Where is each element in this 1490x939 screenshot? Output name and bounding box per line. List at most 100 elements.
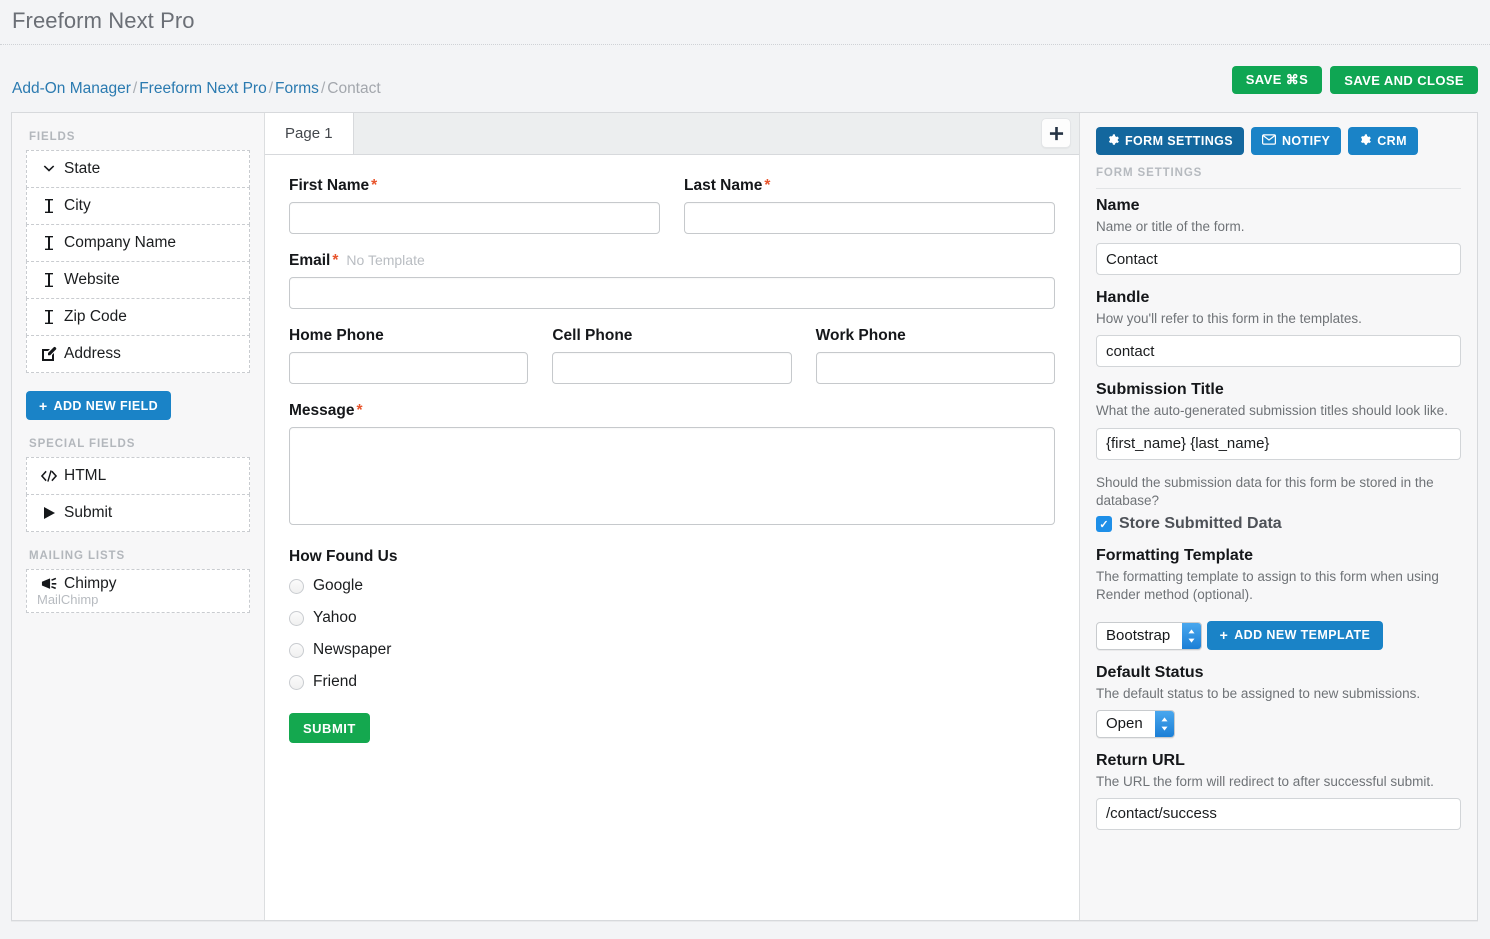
field-item-address[interactable]: Address [26, 335, 250, 373]
mailing-list-item-chimpy[interactable]: Chimpy MailChimp [26, 569, 250, 613]
field-home-phone: Home Phone [289, 327, 529, 384]
mailing-lists-heading: MAILING LISTS [29, 550, 126, 562]
store-data-description: Should the submission data for this form… [1096, 474, 1434, 508]
breadcrumb-item-addon-manager[interactable]: Add-On Manager [12, 80, 131, 97]
formatting-template-label: Formatting Template [1096, 547, 1254, 565]
cell-phone-label: Cell Phone [552, 327, 633, 344]
mailing-list-sublabel: MailChimp [37, 592, 99, 607]
text-cursor-icon [37, 309, 61, 325]
tab-label: FORM SETTINGS [1125, 134, 1233, 148]
radio-icon[interactable] [289, 642, 304, 658]
message-label-text: Message [289, 402, 355, 419]
return-url-label: Return URL [1096, 751, 1185, 769]
default-status-select[interactable]: Open [1096, 709, 1175, 738]
field-item-city[interactable]: City [26, 187, 250, 225]
last-name-label: Last Name * [684, 177, 1055, 195]
plus-icon: + [39, 397, 48, 414]
checkbox-icon[interactable]: ✓ [1096, 516, 1112, 533]
last-name-label-text: Last Name [684, 177, 763, 194]
email-template-note: No Template [346, 252, 425, 268]
form-name-input[interactable] [1096, 243, 1461, 276]
app-title: Freeform Next Pro [12, 8, 195, 33]
formatting-template-value: Bootstrap [1106, 627, 1171, 645]
gear-icon [1107, 133, 1119, 149]
first-name-input[interactable] [289, 202, 660, 234]
default-status-description: The default status to be assigned to new… [1096, 685, 1421, 701]
submission-title-input[interactable] [1096, 427, 1461, 460]
save-button[interactable]: SAVE ⌘S [1231, 66, 1323, 94]
radio-option-google[interactable]: Google [289, 577, 1055, 595]
field-item-zip-code[interactable]: Zip Code [26, 298, 250, 336]
radio-label: Friend [313, 673, 357, 690]
formatting-template-select[interactable]: Bootstrap [1096, 621, 1203, 650]
store-data-checkbox-row[interactable]: ✓ Store Submitted Data [1096, 515, 1461, 533]
home-phone-input[interactable] [289, 352, 529, 384]
add-new-template-button[interactable]: + ADD NEW TEMPLATE [1206, 620, 1384, 650]
radio-label: Google [313, 577, 363, 594]
breadcrumb-item-freeform-next-pro[interactable]: Freeform Next Pro [139, 80, 266, 97]
mailing-list-title-row: Chimpy [37, 575, 117, 593]
text-cursor-icon [37, 235, 61, 251]
phone-row: Home Phone Cell Phone Work Phone [289, 327, 1055, 384]
chevron-updown-icon [1154, 710, 1174, 737]
text-cursor-icon [37, 272, 61, 288]
pencil-square-icon [37, 346, 61, 362]
default-status-label: Default Status [1096, 663, 1204, 681]
field-how-found-us: How Found Us Google Yahoo Newspaper Frie… [289, 548, 1055, 691]
radio-icon[interactable] [289, 610, 304, 626]
field-item-company-name[interactable]: Company Name [26, 224, 250, 262]
settings-tabs: FORM SETTINGS NOTIFY CRM [1096, 127, 1461, 155]
work-phone-input[interactable] [815, 352, 1055, 384]
cell-phone-input[interactable] [552, 352, 792, 384]
tab-notify[interactable]: NOTIFY [1250, 127, 1342, 155]
add-page-button[interactable] [1041, 118, 1071, 148]
fields-list: State City Company Name Website Zip Code… [26, 150, 250, 373]
special-field-item-submit[interactable]: Submit [26, 494, 250, 532]
tab-page-1[interactable]: Page 1 [265, 113, 354, 154]
settings-panel: FORM SETTINGS NOTIFY CRM FORM SETTINGS N… [1079, 113, 1477, 920]
radio-option-friend[interactable]: Friend [289, 673, 1055, 691]
setting-formatting-template: Formatting Template The formatting templ… [1096, 547, 1461, 650]
message-textarea[interactable] [289, 427, 1055, 525]
setting-submission-title: Submission Title What the auto-generated… [1096, 381, 1461, 460]
save-and-close-button[interactable]: SAVE AND CLOSE [1330, 66, 1478, 94]
special-field-item-html[interactable]: HTML [26, 457, 250, 495]
breadcrumb-separator: / [268, 80, 274, 97]
bullhorn-icon [37, 577, 61, 591]
first-name-label-text: First Name [289, 177, 370, 194]
field-label: Company Name [64, 234, 176, 251]
tab-form-settings[interactable]: FORM SETTINGS [1096, 127, 1244, 155]
field-item-website[interactable]: Website [26, 261, 250, 299]
tab-crm[interactable]: CRM [1348, 127, 1418, 155]
fields-sidebar: FIELDS State City Company Name Website Z… [12, 113, 265, 920]
special-field-label: Submit [64, 504, 113, 521]
breadcrumb-item-contact: Contact [327, 80, 381, 97]
fields-heading: FIELDS [29, 131, 76, 143]
required-asterisk: * [371, 177, 378, 194]
field-item-state[interactable]: State [26, 150, 250, 188]
email-label: Email * No Template [289, 252, 1055, 270]
special-fields-heading: SPECIAL FIELDS [29, 438, 136, 450]
email-input[interactable] [289, 277, 1055, 309]
radio-icon[interactable] [289, 674, 304, 690]
name-description: Name or title of the form. [1096, 219, 1245, 234]
form-submit-button[interactable]: SUBMIT [289, 713, 370, 743]
add-new-field-button[interactable]: + ADD NEW FIELD [26, 391, 172, 420]
field-email: Email * No Template [289, 252, 1055, 309]
radio-option-newspaper[interactable]: Newspaper [289, 641, 1055, 659]
field-label: Zip Code [64, 308, 127, 325]
add-new-template-label: ADD NEW TEMPLATE [1234, 628, 1371, 643]
last-name-input[interactable] [684, 202, 1055, 234]
mailing-list-label: Chimpy [64, 575, 117, 592]
breadcrumb-item-forms[interactable]: Forms [275, 80, 319, 97]
return-url-input[interactable] [1096, 797, 1461, 830]
submission-title-label: Submission Title [1096, 381, 1224, 399]
field-message: Message * [289, 402, 1055, 530]
plus-icon [1049, 126, 1063, 140]
handle-input[interactable] [1096, 335, 1461, 368]
play-icon [37, 506, 61, 520]
radio-icon[interactable] [289, 578, 304, 594]
special-field-label: HTML [64, 467, 107, 484]
setting-default-status: Default Status The default status to be … [1096, 664, 1461, 738]
radio-option-yahoo[interactable]: Yahoo [289, 609, 1055, 627]
